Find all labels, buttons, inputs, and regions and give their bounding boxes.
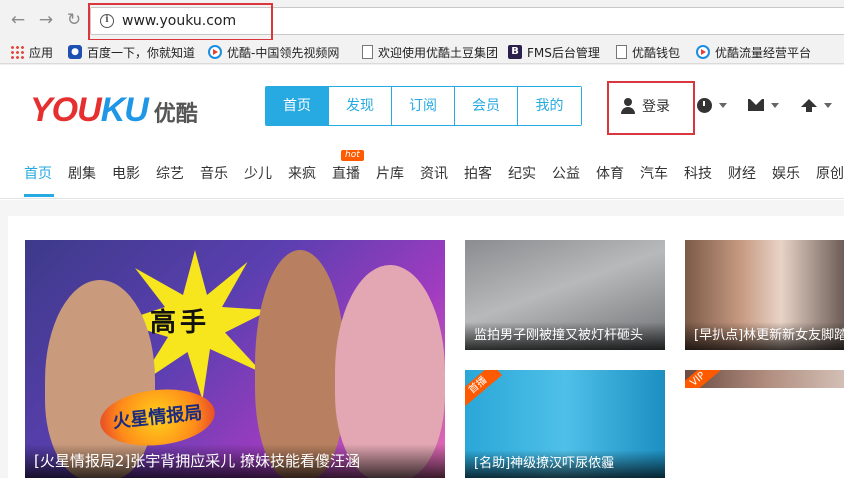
category-original[interactable]: 原创 — [816, 163, 844, 183]
category-news[interactable]: 资讯 — [420, 163, 448, 183]
tab-member[interactable]: 会员 — [455, 87, 518, 125]
category-kids[interactable]: 少儿 — [244, 163, 272, 183]
category-finance[interactable]: 财经 — [728, 163, 756, 183]
bookmark-label: 百度一下，你就知道 — [87, 45, 196, 60]
history-menu[interactable] — [697, 95, 727, 115]
tab-mine[interactable]: 我的 — [518, 87, 581, 125]
hot-badge: hot — [341, 150, 364, 161]
category-entertainment[interactable]: 娱乐 — [772, 163, 800, 183]
feed: 高手 火星情报局 [火星情报局2]张宇背拥应采儿 撩妹技能看傻汪涵 监拍男子刚被… — [8, 216, 844, 478]
category-documentary[interactable]: 纪实 — [508, 163, 536, 183]
main-tabs: 首页 发现 订阅 会员 我的 — [265, 86, 582, 126]
baidu-paw-icon: ● — [68, 45, 82, 59]
login-label: 登录 — [642, 99, 670, 115]
category-music[interactable]: 音乐 — [200, 163, 228, 183]
reload-icon[interactable]: ↻ — [64, 10, 84, 30]
browser-window: ← → ↻ i www.youku.com 应用 ● 百度一下，你就知道 优酷-… — [0, 0, 844, 478]
premiere-badge: 首播 — [465, 370, 502, 408]
starburst-text: 高手 — [150, 308, 211, 338]
bookmark-label: 优酷钱包 — [632, 45, 681, 60]
category-live[interactable]: 直播 — [332, 163, 360, 183]
category-variety[interactable]: 综艺 — [156, 163, 184, 183]
clock-icon — [697, 97, 712, 113]
category-tech[interactable]: 科技 — [684, 163, 712, 183]
address-bar[interactable]: i www.youku.com — [90, 7, 844, 35]
video-title[interactable]: [名助]神级撩汉吓尿侬霾 — [465, 450, 665, 478]
content-area: 高手 火星情报局 [火星情报局2]张宇背拥应采儿 撩妹技能看傻汪涵 监拍男子刚被… — [0, 200, 844, 478]
tab-discover[interactable]: 发现 — [329, 87, 392, 125]
tab-subscribe[interactable]: 订阅 — [392, 87, 455, 125]
bookmark-label: 应用 — [29, 45, 54, 60]
chevron-down-icon — [771, 102, 779, 108]
video-card[interactable]: 监拍男子刚被撞又被灯杆砸头 — [465, 240, 665, 350]
category-laifeng[interactable]: 来疯 — [288, 163, 316, 183]
active-category-underline — [24, 194, 54, 197]
logo-cn: 优酷 — [153, 102, 198, 127]
bookmark-youku-tudou[interactable]: 欢迎使用优酷土豆集团 — [362, 43, 498, 61]
category-charity[interactable]: 公益 — [552, 163, 580, 183]
chevron-down-icon — [824, 102, 832, 108]
bookmark-fms[interactable]: B FMS后台管理 — [508, 43, 600, 61]
bookmark-baidu[interactable]: ● 百度一下，你就知道 — [68, 43, 195, 61]
bookmark-label: FMS后台管理 — [527, 45, 600, 60]
tab-home[interactable]: 首页 — [266, 87, 329, 125]
mail-icon — [748, 99, 764, 111]
login-button[interactable]: 登录 — [620, 94, 670, 118]
bookmark-youku[interactable]: 优酷-中国领先视频网 — [208, 43, 339, 61]
vip-badge: VIP — [685, 370, 722, 388]
upload-icon — [801, 99, 817, 112]
user-icon — [620, 98, 636, 114]
bookmark-youku-wallet[interactable]: 优酷钱包 — [616, 43, 680, 61]
bookmark-apps[interactable]: 应用 — [10, 43, 53, 61]
video-card[interactable]: 首播 [名助]神级撩汉吓尿侬霾 — [465, 370, 665, 478]
logo-ku: KU — [100, 91, 149, 129]
site-info-icon[interactable]: i — [100, 14, 114, 28]
category-sports[interactable]: 体育 — [596, 163, 624, 183]
youku-logo[interactable]: YOU KU 优酷 — [30, 91, 198, 129]
featured-video-card[interactable]: 高手 火星情报局 [火星情报局2]张宇背拥应采儿 撩妹技能看傻汪涵 — [25, 240, 445, 478]
category-auto[interactable]: 汽车 — [640, 163, 668, 183]
document-icon — [362, 45, 373, 59]
video-title[interactable]: [早扒点]林更新新女友脚踏三船 — [685, 322, 844, 350]
bookmark-label: 优酷-中国领先视频网 — [227, 45, 340, 60]
category-nav: 首页 剧集 电影 综艺 音乐 少儿 来疯 直播 hot 片库 资讯 拍客 纪实 … — [0, 147, 844, 199]
bookmarks-bar: 应用 ● 百度一下，你就知道 优酷-中国领先视频网 欢迎使用优酷土豆集团 B F… — [0, 40, 844, 64]
category-library[interactable]: 片库 — [376, 163, 404, 183]
video-title[interactable]: 监拍男子刚被撞又被灯杆砸头 — [465, 322, 665, 350]
forward-arrow-icon[interactable]: → — [36, 10, 56, 30]
bookmark-label: 优酷流量经营平台 — [715, 45, 812, 60]
browser-toolbar: ← → ↻ i www.youku.com — [0, 0, 844, 40]
video-card[interactable]: VIP — [685, 370, 844, 388]
document-icon — [616, 45, 627, 59]
category-paike[interactable]: 拍客 — [464, 163, 492, 183]
chevron-down-icon — [719, 102, 727, 108]
b-icon: B — [508, 45, 522, 59]
bookmark-youku-traffic[interactable]: 优酷流量经营平台 — [696, 43, 811, 61]
logo-you: YOU — [30, 91, 102, 129]
category-home[interactable]: 首页 — [24, 163, 52, 183]
featured-video-title[interactable]: [火星情报局2]张宇背拥应采儿 撩妹技能看傻汪涵 — [25, 444, 445, 478]
bookmark-label: 欢迎使用优酷土豆集团 — [378, 45, 499, 60]
youku-page: YOU KU 优酷 首页 发现 订阅 会员 我的 登录 首页 剧集 电影 综艺 … — [0, 65, 844, 478]
back-arrow-icon[interactable]: ← — [8, 10, 28, 30]
category-series[interactable]: 剧集 — [68, 163, 96, 183]
messages-menu[interactable] — [748, 95, 779, 115]
youku-icon — [208, 45, 222, 59]
video-card[interactable]: [早扒点]林更新新女友脚踏三船 — [685, 240, 844, 350]
apps-grid-icon — [10, 45, 24, 59]
upload-menu[interactable] — [801, 95, 832, 115]
address-url[interactable]: www.youku.com — [122, 13, 236, 29]
category-movies[interactable]: 电影 — [112, 163, 140, 183]
youku-icon — [696, 45, 710, 59]
